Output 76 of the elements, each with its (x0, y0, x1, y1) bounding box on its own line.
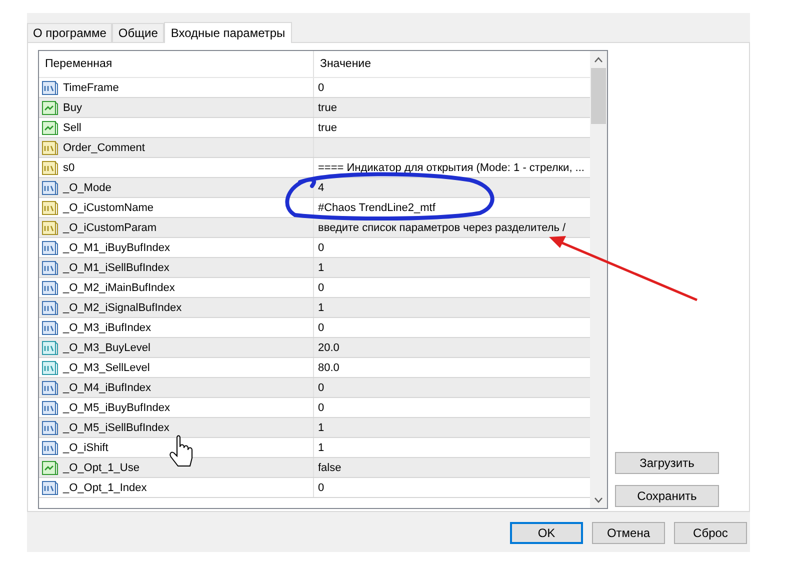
number-type-icon (42, 420, 58, 434)
tab[interactable]: Общие (112, 23, 164, 42)
scrollbar[interactable] (590, 51, 607, 508)
parameter-name: Buy (63, 102, 82, 114)
number-type-icon (42, 320, 58, 334)
number-type-icon (42, 400, 58, 414)
toggle-icon (42, 120, 58, 134)
parameter-name: _O_M2_iMainBufIndex (63, 282, 175, 294)
parameter-name: _O_M5_iSellBufIndex (63, 422, 170, 434)
number-type-icon (42, 260, 58, 274)
parameter-name: _O_M3_iBufIndex (63, 322, 152, 334)
parameter-value[interactable]: 0 (318, 282, 324, 294)
parameter-name: _O_M4_iBufIndex (63, 382, 152, 394)
column-header[interactable]: Значение (314, 51, 590, 77)
number-type-icon (42, 340, 58, 354)
number-type-icon (42, 280, 58, 294)
parameter-value[interactable]: 80.0 (318, 362, 340, 374)
dialog-button[interactable]: Сброс (674, 522, 747, 544)
parameter-name: _O_iShift (63, 442, 108, 454)
parameter-value[interactable]: 0 (318, 322, 324, 334)
toggle-icon (42, 460, 58, 474)
parameter-value[interactable]: 1 (318, 442, 324, 454)
dialog-button[interactable]: OK (510, 522, 583, 544)
parameter-value[interactable]: 0 (318, 82, 324, 94)
text-type-icon (42, 200, 58, 214)
parameter-name: _O_M2_iSignalBufIndex (63, 302, 182, 314)
parameter-value[interactable]: ==== Индикатор для открытия (Mode: 1 - стрелки, ... (318, 162, 584, 174)
parameter-value[interactable]: 0 (318, 482, 324, 494)
parameter-value[interactable]: 0 (318, 402, 324, 414)
parameter-name: _O_iCustomName (63, 202, 154, 214)
parameter-value[interactable]: 0 (318, 242, 324, 254)
parameter-value[interactable]: #Chaos TrendLine2_mtf (318, 202, 436, 214)
text-type-icon (42, 220, 58, 234)
parameter-value[interactable]: false (318, 462, 342, 474)
toggle-icon (42, 100, 58, 114)
parameter-value[interactable]: 0 (318, 382, 324, 394)
parameter-name: s0 (63, 162, 75, 174)
parameter-name: Sell (63, 122, 82, 134)
dialog-button[interactable]: Отмена (592, 522, 665, 544)
parameter-value[interactable]: 1 (318, 262, 324, 274)
number-type-icon (42, 80, 58, 94)
parameter-name: _O_iCustomParam (63, 222, 157, 234)
parameter-name: _O_M5_iBuyBufIndex (63, 402, 170, 414)
parameter-value[interactable]: 1 (318, 302, 324, 314)
number-type-icon (42, 480, 58, 494)
side-button[interactable]: Загрузить (615, 452, 719, 474)
parameter-value[interactable]: 1 (318, 422, 324, 434)
side-button[interactable]: Сохранить (615, 485, 719, 507)
parameter-name: _O_Opt_1_Use (63, 462, 140, 474)
tab[interactable]: О программе (27, 23, 112, 42)
number-type-icon (42, 240, 58, 254)
text-type-icon (42, 140, 58, 154)
parameter-value[interactable]: true (318, 102, 337, 114)
parameter-name: _O_Opt_1_Index (63, 482, 147, 494)
parameter-name: _O_M3_BuyLevel (63, 342, 150, 354)
parameter-value[interactable]: введите список параметров через разделитель / (318, 222, 566, 234)
parameter-name: _O_M1_iBuyBufIndex (63, 242, 170, 254)
number-type-icon (42, 440, 58, 454)
number-type-icon (42, 300, 58, 314)
parameter-name: _O_Mode (63, 182, 112, 194)
number-type-icon (42, 360, 58, 374)
scroll-up-icon[interactable] (594, 57, 603, 63)
parameter-name: _O_M1_iSellBufIndex (63, 262, 170, 274)
parameter-value[interactable]: 4 (318, 182, 324, 194)
parameter-value[interactable]: 20.0 (318, 342, 340, 354)
scroll-down-icon[interactable] (594, 497, 603, 503)
parameter-name: _O_M3_SellLevel (63, 362, 150, 374)
parameter-name: Order_Comment (63, 142, 145, 154)
text-type-icon (42, 160, 58, 174)
column-header[interactable]: Переменная (39, 51, 314, 77)
scroll-thumb[interactable] (591, 68, 606, 124)
number-type-icon (42, 180, 58, 194)
parameter-name: TimeFrame (63, 82, 119, 94)
parameter-value[interactable]: true (318, 122, 337, 134)
number-type-icon (42, 380, 58, 394)
tab[interactable]: Входные параметры (164, 22, 292, 43)
